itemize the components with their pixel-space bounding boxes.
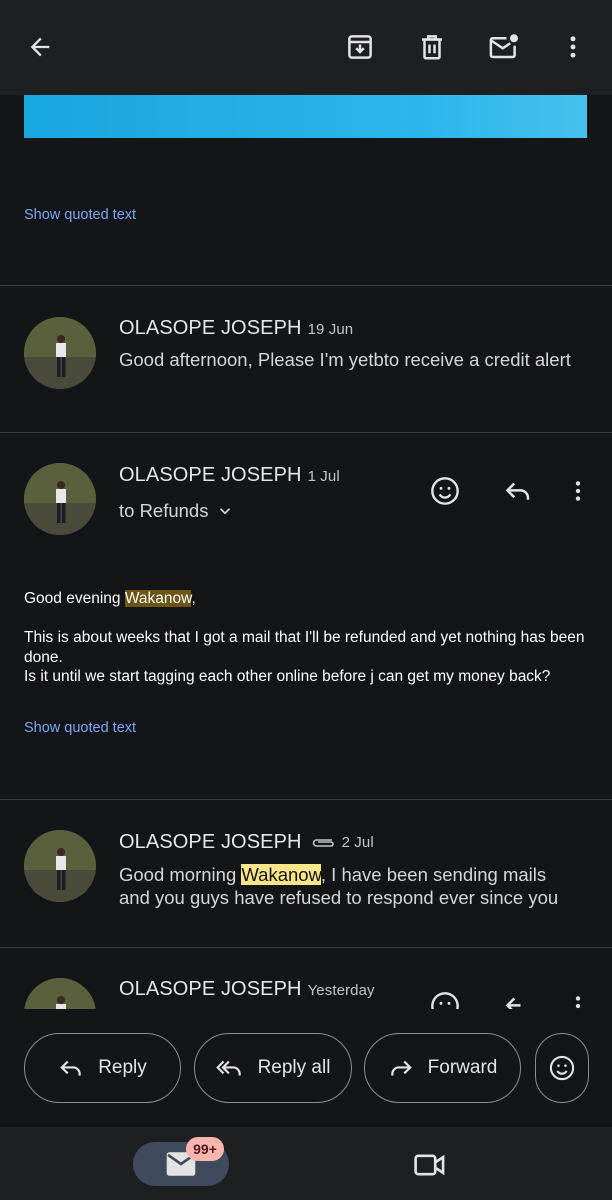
more-vert-icon[interactable] bbox=[560, 985, 596, 1009]
greeting-text: Good evening bbox=[24, 590, 125, 607]
emoji-reaction-icon[interactable] bbox=[424, 985, 466, 1009]
message-snippet: Good afternoon, Please I'm yetbto receiv… bbox=[119, 349, 571, 370]
divider bbox=[0, 799, 612, 800]
video-camera-icon bbox=[414, 1154, 445, 1176]
reply-action-bar: Reply Reply all Forward bbox=[0, 1009, 612, 1127]
sender-name: OLASOPE JOSEPH bbox=[119, 978, 302, 1000]
divider bbox=[0, 947, 612, 948]
archive-icon[interactable] bbox=[336, 23, 384, 71]
unread-count-badge: 99+ bbox=[186, 1137, 224, 1161]
emoji-reaction-button[interactable] bbox=[535, 1033, 589, 1103]
top-app-bar bbox=[0, 0, 612, 95]
greeting-line: Good evening Wakanow, bbox=[24, 589, 594, 609]
sender-name: OLASOPE JOSEPH bbox=[119, 464, 302, 486]
sender-name: OLASOPE JOSEPH bbox=[119, 317, 302, 339]
chevron-down-icon bbox=[220, 508, 231, 515]
show-quoted-text-link[interactable]: Show quoted text bbox=[24, 720, 136, 736]
mark-unread-icon[interactable] bbox=[480, 23, 528, 71]
avatar bbox=[24, 978, 96, 1009]
recipient-label: to Refunds bbox=[119, 500, 209, 521]
show-quoted-text-link[interactable]: Show quoted text bbox=[24, 207, 136, 223]
avatar bbox=[24, 463, 96, 535]
email-banner-image bbox=[24, 95, 587, 138]
message-body: Good evening Wakanow, This is about week… bbox=[24, 589, 594, 687]
reply-all-label: Reply all bbox=[257, 1057, 331, 1078]
avatar bbox=[24, 317, 96, 389]
arrow-back-icon[interactable] bbox=[16, 23, 64, 71]
nav-meet-tab[interactable] bbox=[410, 1147, 450, 1183]
forward-button[interactable]: Forward bbox=[364, 1033, 521, 1103]
more-vert-icon[interactable] bbox=[549, 23, 597, 71]
bottom-navigation: 99+ bbox=[0, 1127, 612, 1200]
message-date: 1 Jul bbox=[307, 468, 340, 485]
sender-name: OLASOPE JOSEPH bbox=[119, 831, 302, 853]
forward-icon bbox=[390, 1060, 412, 1076]
greeting-punctuation: , bbox=[191, 590, 196, 607]
body-paragraph: This is about weeks that I got a mail th… bbox=[24, 629, 585, 666]
search-highlight: Wakanow bbox=[124, 590, 192, 607]
divider bbox=[0, 285, 612, 286]
reply-button[interactable]: Reply bbox=[24, 1033, 181, 1103]
message-date: 19 Jun bbox=[307, 321, 354, 338]
forward-label: Forward bbox=[427, 1057, 498, 1078]
more-vert-icon[interactable] bbox=[560, 470, 596, 512]
attachment-icon bbox=[312, 838, 334, 847]
message-snippet: Good morning Wakanow, I have been sendin… bbox=[119, 863, 579, 909]
message-date: 2 Jul bbox=[341, 834, 374, 851]
reply-icon[interactable] bbox=[497, 985, 539, 1009]
trash-icon[interactable] bbox=[408, 23, 456, 71]
reply-all-icon bbox=[215, 1060, 241, 1076]
reply-icon bbox=[60, 1060, 81, 1076]
search-highlight: Wakanow bbox=[241, 864, 321, 885]
reply-label: Reply bbox=[98, 1057, 147, 1078]
divider bbox=[0, 432, 612, 433]
emoji-icon bbox=[549, 1055, 575, 1081]
avatar bbox=[24, 830, 96, 902]
reply-icon[interactable] bbox=[497, 470, 539, 512]
emoji-reaction-icon[interactable] bbox=[424, 470, 466, 512]
message-date: Yesterday bbox=[307, 982, 375, 999]
reply-all-button[interactable]: Reply all bbox=[194, 1033, 352, 1103]
snippet-text: Good morning bbox=[119, 864, 242, 885]
message-thread[interactable]: Show quoted text OLASOPE JOSEPH 19 Jun Go… bbox=[0, 95, 612, 1009]
body-paragraph: Is it until we start tagging each other … bbox=[24, 668, 551, 685]
recipient-details-toggle[interactable]: to Refunds bbox=[119, 500, 234, 522]
